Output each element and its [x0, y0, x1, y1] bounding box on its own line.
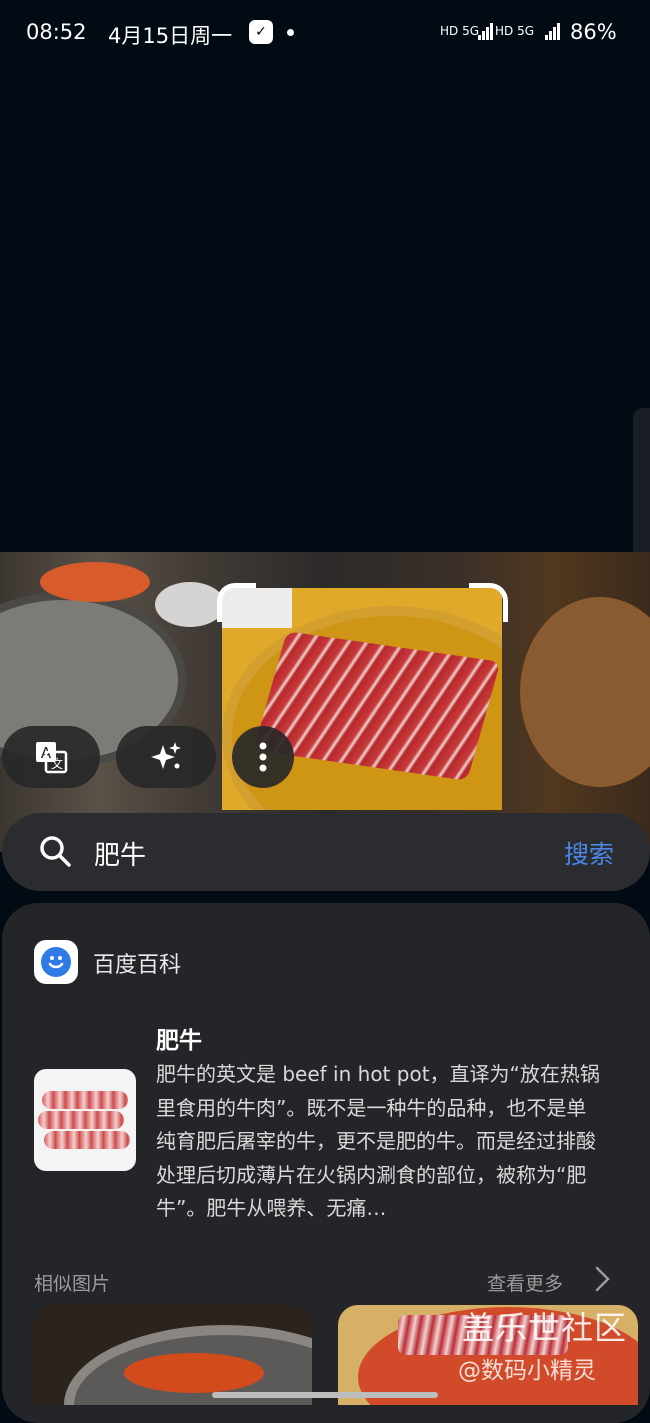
signal-icon — [545, 22, 563, 40]
search-query[interactable]: 肥牛 — [94, 835, 146, 872]
watermark-author: @数码小精灵 — [458, 1358, 596, 1384]
status-date: 4月15日周一 — [108, 24, 233, 48]
photo-plate — [155, 582, 225, 627]
svg-text:文: 文 — [51, 756, 63, 771]
crop-handle-top-left[interactable] — [217, 583, 256, 622]
notification-app-icon: ✓ — [249, 20, 273, 44]
search-icon — [40, 836, 71, 867]
similar-images-label: 相似图片 — [34, 1273, 111, 1295]
home-indicator[interactable] — [212, 1392, 438, 1398]
network-indicator-1: HD 5G — [440, 24, 480, 38]
status-time: 08:52 — [26, 20, 87, 44]
network-indicator-2: HD 5G — [495, 24, 535, 38]
chevron-right-icon[interactable] — [592, 1265, 612, 1293]
more-vert-icon — [259, 742, 267, 772]
entry-description: 肥牛的英文是 beef in hot pot，直译为“放在热锅里食用的牛肉”。既… — [156, 1062, 600, 1220]
search-button[interactable]: 搜索 — [564, 835, 614, 871]
ai-magic-button[interactable] — [116, 726, 216, 788]
more-options-button[interactable] — [232, 726, 294, 788]
battery-level: 86% — [570, 20, 617, 44]
see-more-link[interactable]: 查看更多 — [487, 1269, 563, 1296]
photo-bowl-right — [520, 597, 650, 787]
entry-thumbnail[interactable] — [34, 1069, 136, 1171]
source-name[interactable]: 百度百科 — [93, 947, 181, 979]
translate-button[interactable]: A 文 — [2, 726, 100, 788]
entry-title[interactable]: 肥牛 — [156, 1021, 202, 1055]
sparkle-icon — [151, 742, 181, 769]
similar-image-1[interactable] — [34, 1305, 312, 1405]
baidu-baike-logo — [34, 940, 78, 984]
signal-icon — [478, 22, 496, 40]
notification-dot — [287, 29, 294, 36]
crop-handle-top-right[interactable] — [469, 583, 508, 622]
watermark-brand: 盖乐世社区 — [462, 1309, 628, 1347]
search-bar[interactable]: 肥牛 搜索 — [2, 813, 650, 891]
photo-bowl — [40, 562, 150, 602]
status-bar: 08:52 4月15日周一 ✓ HD 5G HD 5G 86% — [0, 0, 650, 66]
translate-icon: A 文 — [36, 742, 68, 774]
